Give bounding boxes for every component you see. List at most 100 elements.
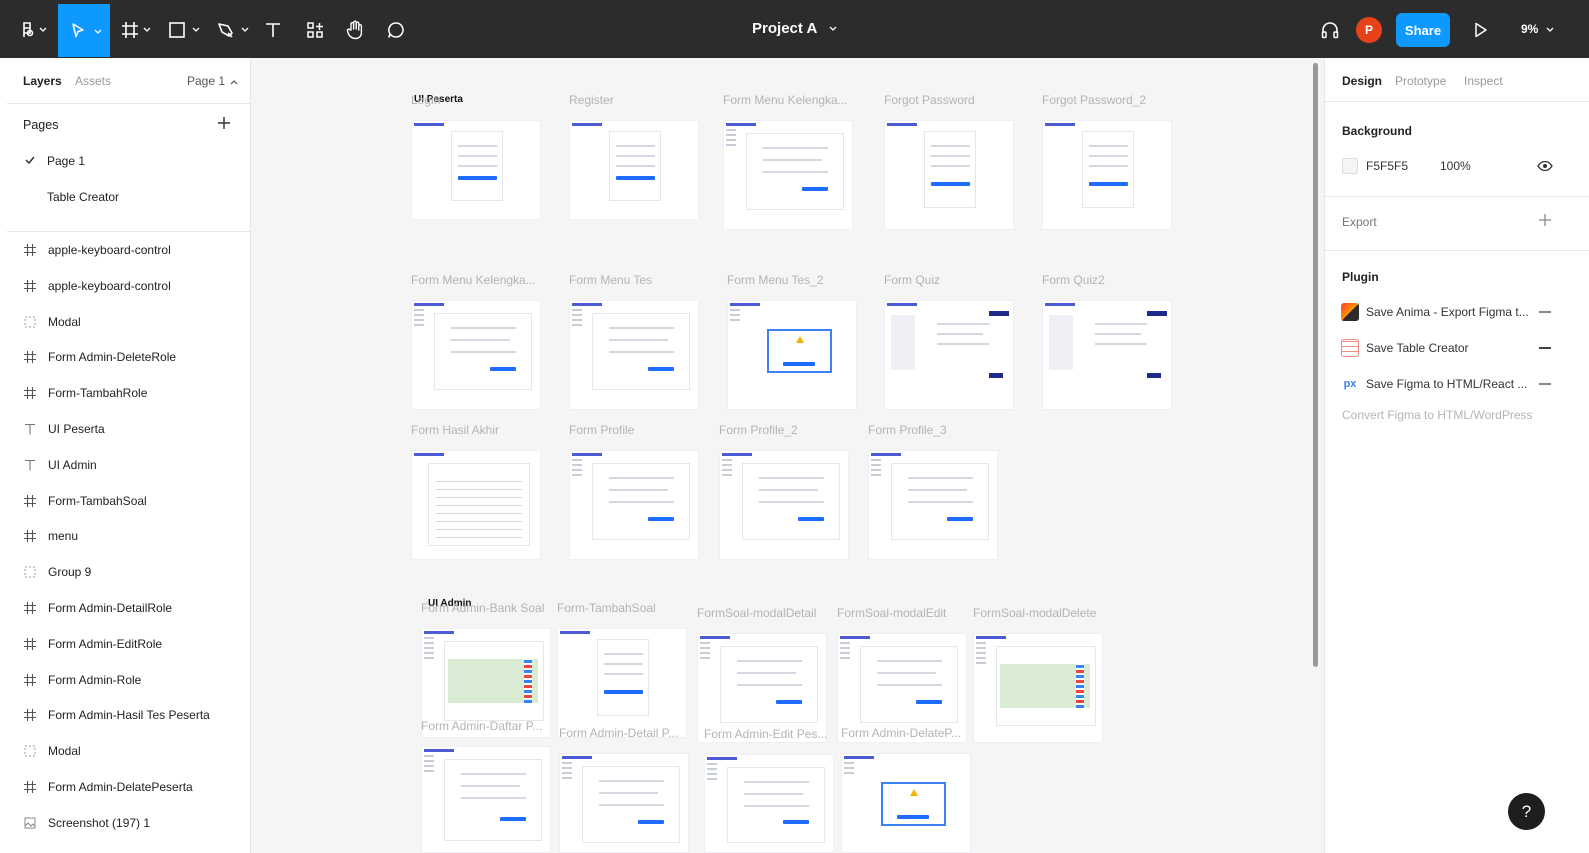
- layer-item[interactable]: Form Admin-Hasil Tes Peserta: [7, 700, 250, 730]
- frame-label[interactable]: Form Menu Tes: [569, 273, 652, 287]
- text-icon[interactable]: [261, 8, 285, 52]
- layer-item[interactable]: Form-TambahRole: [7, 378, 250, 408]
- frame-label[interactable]: Form Quiz: [884, 273, 940, 287]
- frame-label[interactable]: FormSoal-modalDetail: [697, 606, 816, 620]
- frame-label[interactable]: Form Admin-Daftar P...: [421, 719, 542, 733]
- frame-label[interactable]: Form Menu Kelengka...: [723, 93, 848, 107]
- frame-label[interactable]: Form Profile_2: [719, 423, 798, 437]
- frame-label[interactable]: Register: [569, 93, 614, 107]
- page-item-page-1[interactable]: Page 1: [7, 152, 250, 174]
- frame-thumbnail[interactable]: [727, 300, 857, 410]
- tab-prototype[interactable]: Prototype: [1395, 74, 1446, 88]
- frame-label[interactable]: FormSoal-modalDelete: [973, 606, 1096, 620]
- frame-thumbnail[interactable]: [569, 300, 699, 410]
- tab-assets[interactable]: Assets: [75, 74, 111, 88]
- canvas[interactable]: UI Peserta UI Admin Login Register Form Menu…: [251, 58, 1324, 853]
- layer-item[interactable]: Form Admin-DelatePeserta: [7, 772, 250, 802]
- frame-icon: [24, 709, 48, 722]
- hand-icon[interactable]: [343, 8, 367, 52]
- frame-thumbnail[interactable]: [1042, 120, 1172, 230]
- background-color-swatch[interactable]: [1342, 158, 1358, 174]
- frame-label[interactable]: Form Menu Tes_2: [727, 273, 824, 287]
- frame-label[interactable]: FormSoal-modalEdit: [837, 606, 946, 620]
- remove-plugin-icon[interactable]: [1539, 383, 1551, 385]
- frame-thumbnail[interactable]: [569, 450, 699, 560]
- pen-icon[interactable]: [214, 8, 238, 52]
- frame-label[interactable]: Form Profile_3: [868, 423, 947, 437]
- headphones-icon[interactable]: [1318, 8, 1342, 52]
- remove-plugin-icon[interactable]: [1539, 311, 1551, 313]
- tab-inspect[interactable]: Inspect: [1464, 74, 1503, 88]
- frame-label[interactable]: Login: [411, 93, 440, 107]
- layer-item[interactable]: Form-TambahSoal: [7, 486, 250, 516]
- remove-plugin-icon[interactable]: [1539, 347, 1551, 349]
- move-tool-button[interactable]: [58, 4, 110, 57]
- zoom-level[interactable]: 9%: [1521, 22, 1554, 36]
- layer-item[interactable]: Screenshot (197) 1: [7, 808, 250, 838]
- frame-thumbnail[interactable]: [868, 450, 998, 560]
- frame-label[interactable]: Form-TambahSoal: [557, 601, 656, 615]
- help-button[interactable]: ?: [1508, 793, 1545, 830]
- frame-thumbnail[interactable]: [723, 120, 853, 230]
- canvas-scrollbar[interactable]: [1313, 63, 1318, 667]
- layer-item[interactable]: Form Admin-EditRole: [7, 629, 250, 659]
- frame-icon[interactable]: [118, 8, 142, 52]
- frame-thumbnail[interactable]: [411, 300, 541, 410]
- background-hex[interactable]: F5F5F5: [1366, 159, 1408, 173]
- frame-thumbnail[interactable]: [411, 120, 541, 220]
- layer-item[interactable]: Form Admin-Role: [7, 665, 250, 695]
- frame-label[interactable]: Form Admin-Edit Pes...: [704, 727, 827, 741]
- page-item-table-creator[interactable]: Table Creator: [7, 188, 250, 210]
- background-opacity[interactable]: 100%: [1440, 159, 1471, 173]
- project-title[interactable]: Project A: [752, 20, 817, 37]
- frame-label[interactable]: Form Quiz2: [1042, 273, 1105, 287]
- add-page-button[interactable]: [218, 112, 230, 135]
- page-selector[interactable]: Page 1: [187, 74, 238, 88]
- frame-thumbnail[interactable]: [884, 300, 1014, 410]
- tab-design[interactable]: Design: [1342, 74, 1382, 88]
- frame-thumbnail[interactable]: [884, 120, 1014, 230]
- frame-label[interactable]: Form Admin-Bank Soal: [421, 601, 544, 615]
- frame-thumbnail[interactable]: [569, 120, 699, 220]
- frame-label[interactable]: Form Menu Kelengka...: [411, 273, 536, 287]
- layer-item[interactable]: UI Peserta: [7, 414, 250, 444]
- frame-thumbnail[interactable]: [421, 746, 551, 853]
- layer-item[interactable]: Modal: [7, 736, 250, 766]
- layer-item[interactable]: apple-keyboard-control: [7, 271, 250, 301]
- plugin-item-figma-to-html[interactable]: px Save Figma to HTML/React ...: [1325, 370, 1589, 398]
- layer-item[interactable]: Modal: [7, 307, 250, 337]
- rectangle-icon[interactable]: [165, 8, 189, 52]
- frame-label[interactable]: Form Profile: [569, 423, 634, 437]
- frame-thumbnail[interactable]: [973, 633, 1103, 743]
- frame-label[interactable]: Form Admin-Detail P...: [559, 726, 678, 740]
- main-menu-icon[interactable]: [14, 8, 40, 52]
- frame-thumbnail[interactable]: [719, 450, 849, 560]
- frame-label[interactable]: Form Admin-DelateP...: [841, 726, 961, 740]
- layer-item[interactable]: menu: [7, 521, 250, 551]
- tab-layers[interactable]: Layers: [23, 74, 62, 88]
- plugin-item-table-creator[interactable]: Save Table Creator: [1325, 334, 1589, 362]
- comment-icon[interactable]: [384, 8, 408, 52]
- layer-item[interactable]: apple-keyboard-control: [7, 235, 250, 265]
- frame-thumbnail[interactable]: [559, 753, 689, 853]
- plugin-item-anima[interactable]: Save Anima - Export Figma t...: [1325, 298, 1589, 326]
- frame-thumbnail[interactable]: [841, 753, 971, 853]
- avatar[interactable]: P: [1356, 17, 1382, 43]
- frame-thumbnail[interactable]: [704, 754, 834, 853]
- frame-label[interactable]: Forgot Password: [884, 93, 975, 107]
- frame-thumbnail[interactable]: [411, 450, 541, 560]
- present-play-icon[interactable]: [1470, 8, 1492, 52]
- frame-thumbnail[interactable]: [557, 628, 687, 738]
- add-export-plus-icon[interactable]: [1539, 214, 1551, 226]
- layer-item[interactable]: Form Admin-DetailRole: [7, 593, 250, 623]
- layer-item[interactable]: UI Admin: [7, 450, 250, 480]
- frame-label[interactable]: Forgot Password_2: [1042, 93, 1146, 107]
- resources-icon[interactable]: [303, 8, 327, 52]
- layer-item[interactable]: Form Admin-DeleteRole: [7, 342, 250, 372]
- layer-item[interactable]: Group 9: [7, 557, 250, 587]
- frame-thumbnail[interactable]: [1042, 300, 1172, 410]
- eye-icon[interactable]: [1537, 161, 1553, 171]
- chevron-down-icon[interactable]: [829, 26, 837, 32]
- frame-label[interactable]: Form Hasil Akhir: [411, 423, 499, 437]
- share-button[interactable]: Share: [1396, 13, 1450, 47]
